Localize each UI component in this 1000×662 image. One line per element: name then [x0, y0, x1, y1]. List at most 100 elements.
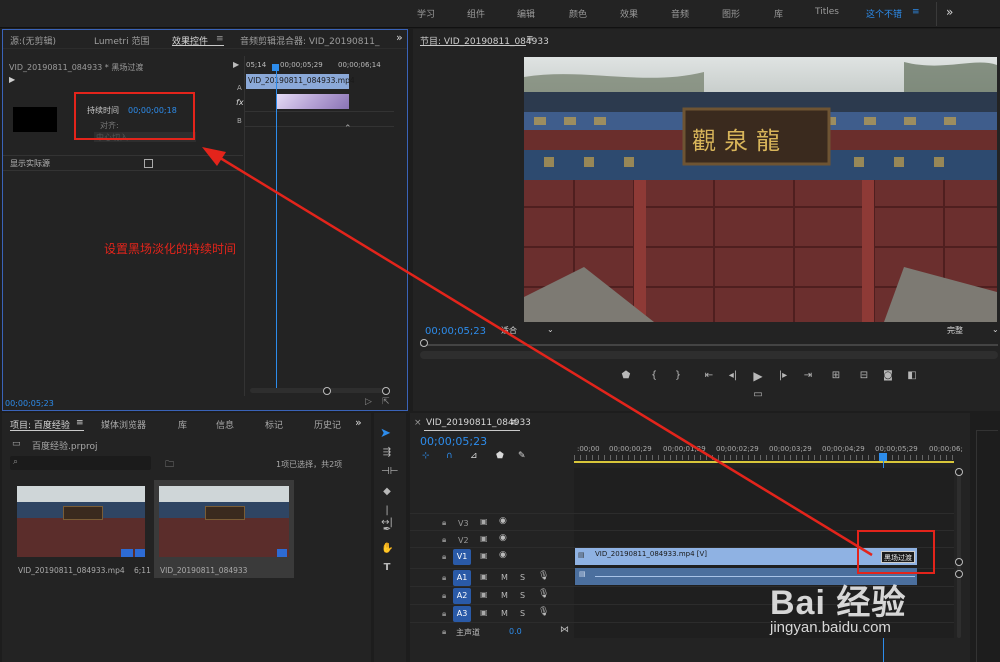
effect-controls-timecode[interactable]: 00;00;05;23: [5, 399, 54, 408]
resolution-dropdown[interactable]: 完整 ⌄: [945, 324, 1000, 336]
close-icon[interactable]: ×: [414, 418, 422, 428]
lock-icon[interactable]: 🔒︎: [442, 518, 446, 528]
program-scrubber[interactable]: [420, 339, 998, 361]
type-tool-icon[interactable]: T: [381, 562, 393, 574]
transition-block[interactable]: [276, 94, 349, 109]
step-forward-icon[interactable]: |▸: [777, 370, 789, 382]
lock-icon[interactable]: 🔒︎: [442, 573, 446, 583]
lock-icon[interactable]: 🔒︎: [442, 552, 446, 562]
microphone-icon[interactable]: 🎙︎: [538, 607, 549, 617]
workspace-color[interactable]: 颜色: [569, 7, 587, 20]
scroll-handle[interactable]: [955, 570, 963, 578]
mini-scrollbar[interactable]: [250, 388, 390, 393]
go-to-in-icon[interactable]: ⇤: [703, 370, 715, 382]
filter-icon[interactable]: ▷: [365, 397, 372, 407]
out-point-icon[interactable]: }: [672, 370, 684, 382]
overwrite-icon[interactable]: ⊟: [858, 370, 870, 382]
zoom-scrollbar[interactable]: [420, 351, 998, 359]
tab-menu-icon[interactable]: ≡: [76, 418, 84, 428]
eye-icon[interactable]: ◉: [499, 550, 507, 560]
collapse-icon[interactable]: ⌃: [344, 124, 352, 134]
track-toggle-a3[interactable]: A3: [453, 606, 471, 622]
hand-tool-icon[interactable]: ✋: [381, 543, 393, 555]
tab-menu-icon[interactable]: ≡: [510, 418, 518, 428]
compare-icon[interactable]: ◧: [906, 370, 918, 382]
add-marker-icon[interactable]: ⬟: [496, 451, 504, 461]
workspace-audio[interactable]: 音频: [671, 7, 689, 20]
step-back-icon[interactable]: ◂|: [727, 370, 739, 382]
tab-media-browser[interactable]: 媒体浏览器: [101, 418, 146, 431]
tab-audio-clip-mixer[interactable]: 音频剪辑混合器: VID_20190811_0849: [240, 34, 380, 47]
vertical-scrollbar[interactable]: [957, 468, 961, 638]
tab-history[interactable]: 历史记: [314, 418, 341, 431]
pen-tool-icon[interactable]: ✒: [381, 524, 393, 536]
work-area-bar[interactable]: [574, 461, 954, 463]
project-item-selected[interactable]: VID_20190811_084933: [154, 480, 294, 578]
master-volume-value[interactable]: 0.0: [509, 627, 522, 636]
track-toggle-a1[interactable]: A1: [453, 570, 471, 586]
in-point-icon[interactable]: {: [648, 370, 660, 382]
lock-icon[interactable]: 🔒︎: [442, 609, 446, 619]
tab-libraries[interactable]: 库: [178, 418, 187, 431]
tab-markers[interactable]: 标记: [265, 418, 283, 431]
project-item[interactable]: VID_20190811_084933.mp4 6;11: [12, 480, 151, 578]
new-bin-icon[interactable]: 🗀: [165, 457, 174, 473]
workspace-graphics[interactable]: 图形: [722, 7, 740, 20]
expand-arrow-icon[interactable]: ▶: [233, 60, 239, 69]
slip-tool-icon[interactable]: |↔|: [381, 505, 393, 528]
track-select-tool-icon[interactable]: ⇶: [381, 447, 393, 459]
tab-source[interactable]: 源:(无剪辑): [10, 34, 56, 47]
button-editor-icon[interactable]: ▭: [752, 389, 764, 401]
workspace-assembly[interactable]: 组件: [467, 7, 485, 20]
timeline-timecode[interactable]: 00;00;05;23: [420, 435, 487, 448]
insert-icon[interactable]: ⊞: [830, 370, 842, 382]
solo-button[interactable]: S: [520, 591, 525, 600]
lock-icon[interactable]: 🔒︎: [442, 591, 446, 601]
overflow-icon[interactable]: »: [946, 5, 953, 19]
workspace-custom[interactable]: 这个不错: [866, 7, 902, 20]
scroll-handle[interactable]: [323, 387, 331, 395]
go-to-end-icon[interactable]: ⋈: [560, 625, 569, 635]
linked-selection-icon[interactable]: ⊿: [470, 451, 478, 461]
marker-icon[interactable]: ⬟: [620, 370, 632, 382]
sync-lock-icon[interactable]: ▣: [480, 590, 488, 599]
play-transition-icon[interactable]: ▶: [9, 75, 15, 84]
selection-tool-icon[interactable]: ➤: [380, 426, 396, 442]
tab-lumetri-scopes[interactable]: Lumetri 范围: [94, 34, 149, 47]
wrench-icon[interactable]: ✎: [518, 451, 526, 461]
sync-lock-icon[interactable]: ▣: [480, 572, 488, 581]
solo-button[interactable]: S: [520, 609, 525, 618]
nest-icon[interactable]: ⊹: [422, 451, 430, 461]
sync-lock-icon[interactable]: ▣: [480, 517, 488, 526]
panel-overflow-icon[interactable]: »: [396, 31, 403, 44]
play-icon[interactable]: ▶: [752, 370, 764, 382]
hamburger-icon[interactable]: ≡: [912, 7, 920, 17]
ripple-edit-tool-icon[interactable]: ⊣⊢: [381, 466, 398, 478]
tab-menu-icon[interactable]: ≡: [216, 34, 224, 44]
track-toggle-v1[interactable]: V1: [453, 549, 471, 565]
mute-button[interactable]: M: [501, 609, 508, 618]
show-actual-sources-checkbox[interactable]: [144, 159, 153, 168]
workspace-libraries[interactable]: 库: [774, 7, 783, 20]
workspace-effects[interactable]: 效果: [620, 7, 638, 20]
program-menu-icon[interactable]: ≡: [526, 34, 534, 44]
eye-icon[interactable]: ◉: [499, 533, 507, 543]
sync-lock-icon[interactable]: ▣: [480, 608, 488, 617]
scroll-handle[interactable]: [955, 558, 963, 566]
program-timecode[interactable]: 00;00;05;23: [425, 326, 486, 337]
export-icon[interactable]: ⇱: [382, 397, 390, 407]
eye-icon[interactable]: ◉: [499, 516, 507, 526]
sync-lock-icon[interactable]: ▣: [480, 551, 488, 560]
project-search-input[interactable]: ⌕: [10, 456, 151, 470]
lock-icon[interactable]: 🔒︎: [442, 535, 446, 545]
scroll-handle[interactable]: [955, 468, 963, 476]
workspace-learn[interactable]: 学习: [417, 7, 435, 20]
workspace-editing[interactable]: 编辑: [517, 7, 535, 20]
snap-icon[interactable]: ∩: [446, 451, 453, 461]
mini-clip[interactable]: VID_20190811_084933.mp4: [246, 74, 355, 89]
track-toggle-a2[interactable]: A2: [453, 588, 471, 604]
mute-button[interactable]: M: [501, 573, 508, 582]
sync-lock-icon[interactable]: ▣: [480, 534, 488, 543]
microphone-icon[interactable]: 🎙︎: [538, 589, 549, 599]
scroll-handle[interactable]: [420, 339, 428, 347]
